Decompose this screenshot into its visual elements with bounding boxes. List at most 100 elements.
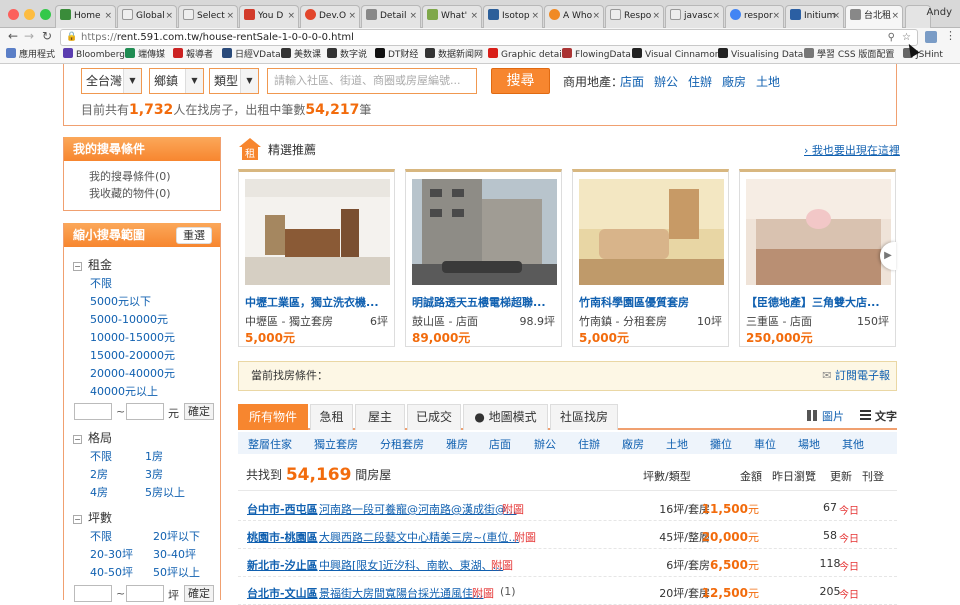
size-max-input[interactable]	[126, 585, 164, 602]
type-link[interactable]: 其他	[842, 436, 864, 452]
view-grid-toggle[interactable]: 圖片	[807, 408, 844, 424]
bookmark-item[interactable]: Bloomberg	[63, 47, 125, 63]
type-link[interactable]: 場地	[798, 436, 820, 452]
listing-city[interactable]: 新北市-汐止區	[247, 557, 318, 573]
close-tab-icon[interactable]: ×	[832, 6, 840, 27]
rent-min-input[interactable]	[74, 403, 112, 420]
tab-closed[interactable]: 已成交	[407, 404, 461, 430]
forward-icon[interactable]: →	[24, 29, 34, 43]
card-title[interactable]: 竹南科學園區優質套房	[579, 294, 724, 310]
featured-card[interactable]: 中壢工業區，獨立洗衣機... 中壢區 - 獨立套房 6坪 5,000元	[238, 169, 395, 347]
close-tab-icon[interactable]: ×	[348, 6, 356, 27]
url-field[interactable]: 🔒 https://rent.591.com.tw/house-rentSale…	[60, 29, 918, 46]
card-title[interactable]: 中壢工業區，獨立洗衣機...	[245, 294, 390, 310]
close-tab-icon[interactable]: ×	[470, 6, 478, 27]
listing-row[interactable]: 新北市-汐止區 中興路[限女]近汐科、南軟、東湖、... 附圖 6坪/套房 6,…	[238, 550, 897, 577]
biz-link-homeoffice[interactable]: 住辦	[688, 73, 712, 90]
view-text-toggle[interactable]: 文字	[860, 408, 897, 424]
listing-photo[interactable]	[412, 179, 557, 285]
browser-tab[interactable]: Detail ×	[361, 5, 421, 28]
size-option[interactable]: 20坪以下	[153, 528, 200, 544]
rent-option[interactable]: 10000-15000元	[90, 329, 175, 345]
card-title[interactable]: 【臣德地產】三角雙大店...	[746, 294, 891, 310]
col-views-header[interactable]: 昨日瀏覽	[772, 468, 816, 484]
browser-tab[interactable]: You D ×	[239, 5, 299, 28]
listing-title[interactable]: 景福街大房間寬陽台採光通風佳...	[319, 585, 484, 601]
listing-city[interactable]: 台北市-文山區	[247, 585, 318, 601]
tab-owner[interactable]: 屋主	[355, 404, 405, 430]
collapse-icon[interactable]: −	[73, 515, 82, 524]
listing-row[interactable]: 桃園市-桃園區 大興西路二段藝文中心精美三房~(車位... 附圖 45坪/整層 …	[238, 522, 897, 549]
bookmark-item[interactable]: 報導者	[173, 47, 213, 63]
bookmark-item[interactable]: DT财经	[375, 47, 418, 63]
bookmark-item[interactable]: 端傳媒	[125, 47, 165, 63]
tab-community[interactable]: 社區找房	[550, 404, 618, 430]
bookmark-item[interactable]: Visualising Data	[718, 47, 803, 63]
back-icon[interactable]: ←	[8, 29, 18, 43]
zoom-icon[interactable]: ⚲	[888, 30, 895, 45]
biz-link-factory[interactable]: 廠房	[722, 73, 746, 90]
listing-photo[interactable]	[245, 179, 390, 285]
room-option[interactable]: 4房	[90, 484, 108, 500]
featured-advertise-link[interactable]: › 我也要出現在這裡	[804, 142, 900, 158]
my-saved-searches[interactable]: 我的搜尋條件(0)	[64, 168, 220, 185]
town-select[interactable]: 鄉鎮 ▼	[149, 68, 204, 94]
rent-option[interactable]: 5000元以下	[90, 293, 151, 309]
browser-tab[interactable]: A Who ×	[544, 5, 604, 28]
browser-tab[interactable]: Home ×	[55, 5, 116, 28]
biz-link-land[interactable]: 土地	[756, 73, 780, 90]
browser-tab[interactable]: Isotop ×	[483, 5, 543, 28]
bookmark-item[interactable]: Visual Cinnamon	[632, 47, 720, 63]
col-update-header[interactable]: 更新	[830, 468, 852, 484]
type-link[interactable]: 整層住家	[248, 436, 292, 452]
listing-title[interactable]: 河南路一段可養寵@河南路@漢成街@...	[319, 501, 517, 517]
close-tab-icon[interactable]: ×	[226, 6, 234, 27]
my-favorites[interactable]: 我收藏的物件(0)	[64, 185, 220, 202]
size-min-input[interactable]	[74, 585, 112, 602]
type-link[interactable]: 獨立套房	[314, 436, 358, 452]
featured-card[interactable]: 竹南科學園區優質套房 竹南鎮 - 分租套房 10坪 5,000元	[572, 169, 729, 347]
close-tab-icon[interactable]: ×	[165, 6, 173, 27]
close-tab-icon[interactable]: ×	[891, 6, 899, 27]
type-link[interactable]: 辦公	[534, 436, 556, 452]
listing-row[interactable]: 台中市-西屯區 河南路一段可養寵@河南路@漢成街@... 附圖 16坪/套房 1…	[238, 494, 897, 521]
type-link[interactable]: 攤位	[710, 436, 732, 452]
type-link[interactable]: 住辦	[578, 436, 600, 452]
browser-tab[interactable]: Initium ×	[785, 5, 844, 28]
reset-button[interactable]: 重選	[176, 227, 212, 244]
minimize-window-icon[interactable]	[24, 9, 35, 20]
extension-icon[interactable]	[925, 31, 937, 43]
collapse-icon[interactable]: −	[73, 435, 82, 444]
listing-city[interactable]: 桃園市-桃園區	[247, 529, 318, 545]
reload-icon[interactable]: ↻	[42, 29, 52, 43]
rent-option[interactable]: 15000-20000元	[90, 347, 175, 363]
close-tab-icon[interactable]: ×	[287, 6, 295, 27]
col-price-header[interactable]: 金額	[740, 468, 762, 484]
type-link[interactable]: 雅房	[446, 436, 468, 452]
size-option[interactable]: 20-30坪	[90, 546, 133, 562]
size-option[interactable]: 30-40坪	[153, 546, 196, 562]
type-link[interactable]: 廠房	[622, 436, 644, 452]
listing-photo[interactable]	[579, 179, 724, 285]
size-option[interactable]: 50坪以上	[153, 564, 200, 580]
listing-title[interactable]: 中興路[限女]近汐科、南軟、東湖、...	[319, 557, 503, 573]
rent-confirm-button[interactable]: 確定	[184, 403, 214, 420]
browser-tab[interactable]: Respo ×	[605, 5, 664, 28]
bookmark-item[interactable]: 数据新闻网	[425, 47, 483, 63]
listing-title[interactable]: 大興西路二段藝文中心精美三房~(車位...	[319, 529, 519, 545]
browser-tab[interactable]: respor ×	[725, 5, 784, 28]
maximize-window-icon[interactable]	[40, 9, 51, 20]
type-select[interactable]: 類型 ▼	[209, 68, 259, 94]
close-tab-icon[interactable]: ×	[712, 6, 720, 27]
menu-icon[interactable]: ⋮	[945, 29, 956, 42]
room-option[interactable]: 2房	[90, 466, 108, 482]
listing-photo[interactable]	[746, 179, 891, 285]
region-select[interactable]: 全台灣 ▼	[81, 68, 142, 94]
browser-tab[interactable]: What' ×	[422, 5, 482, 28]
bookmark-item[interactable]: 日經VData	[222, 47, 281, 63]
search-button[interactable]: 搜尋	[491, 68, 550, 94]
size-option[interactable]: 不限	[90, 528, 112, 544]
biz-link-office[interactable]: 辦公	[654, 73, 678, 90]
collapse-icon[interactable]: −	[73, 262, 82, 271]
bookmark-item[interactable]: 数字说	[327, 47, 367, 63]
